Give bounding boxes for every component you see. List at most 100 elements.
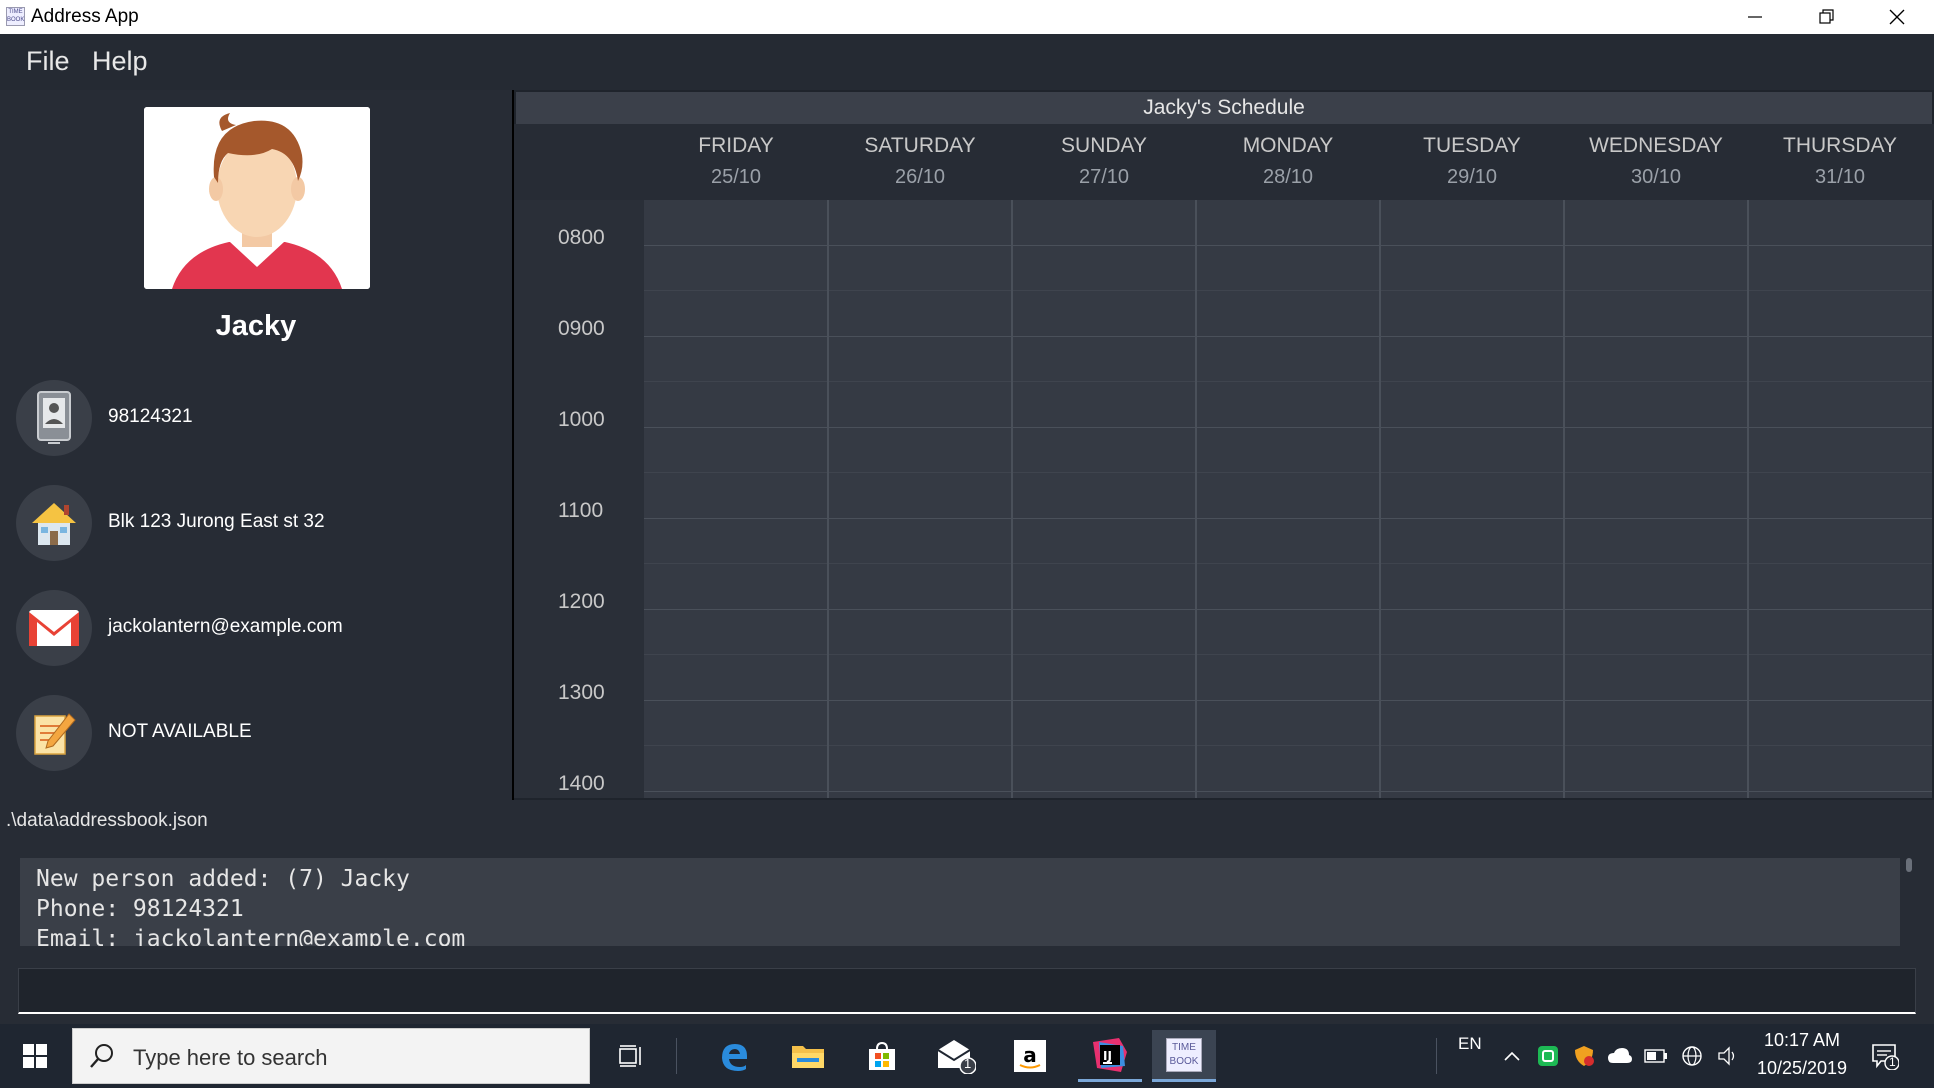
phone-value: 98124321 (108, 406, 193, 427)
close-icon (1889, 9, 1905, 25)
grid-line (644, 745, 1932, 746)
time-label: 1100 (558, 499, 604, 522)
green-app-icon (1538, 1046, 1558, 1066)
app-logo-icon: TIME BOOK (6, 7, 25, 26)
day-date: 30/10 (1630, 166, 1682, 188)
timebook-button[interactable]: TIME BOOK (1152, 1030, 1216, 1082)
grid-line (644, 472, 1932, 473)
minimize-icon (1748, 16, 1762, 18)
mail-badge: 1 (964, 1056, 972, 1071)
clock-date[interactable]: 10/25/2019 (1746, 1058, 1858, 1079)
chevron-up-icon (1504, 1051, 1520, 1061)
result-line: Phone: 98124321 (36, 896, 244, 922)
taskbar-search-box[interactable]: Type here to search (72, 1028, 590, 1084)
grid-line (644, 609, 1932, 610)
timebook-icon: TIME BOOK (1166, 1037, 1202, 1072)
grid-line (644, 245, 1932, 246)
action-center-button[interactable]: 1 (1868, 1040, 1902, 1072)
windows-taskbar: Type here to search 1 a IJ TIME BOOK EN … (0, 1024, 1934, 1088)
menu-help[interactable]: Help (92, 46, 148, 77)
intellij-button[interactable]: IJ (1078, 1030, 1142, 1082)
security-shield-icon (1575, 1046, 1594, 1066)
grid-divider (827, 200, 829, 798)
schedule-cells[interactable] (644, 200, 1932, 798)
file-explorer-button[interactable] (776, 1030, 840, 1082)
grid-divider (1195, 200, 1197, 798)
battery-icon (1644, 1049, 1667, 1063)
notification-badge: 1 (1889, 1055, 1896, 1069)
restore-icon (1819, 9, 1834, 24)
day-name: MONDAY (1242, 134, 1334, 157)
clock-time[interactable]: 10:17 AM (1752, 1030, 1852, 1051)
edge-button[interactable] (702, 1030, 766, 1082)
email-row: jackolantern@example.com (16, 590, 496, 666)
scrollbar-thumb[interactable] (1906, 858, 1912, 872)
start-button[interactable] (0, 1024, 70, 1088)
close-button[interactable] (1862, 0, 1932, 34)
day-date: 29/10 (1446, 166, 1498, 188)
show-hidden-icons-button[interactable] (1498, 1044, 1526, 1068)
tray-battery[interactable] (1642, 1044, 1670, 1068)
schedule-grid[interactable]: 0800 0900 1000 1100 1200 1300 1400 (514, 200, 1934, 798)
person-name: Jacky (215, 310, 297, 342)
grid-line (644, 427, 1932, 428)
restore-button[interactable] (1792, 0, 1862, 34)
result-display[interactable]: New person added: (7) Jacky Phone: 98124… (20, 858, 1900, 946)
day-name: TUESDAY (1423, 134, 1521, 157)
data-file-path: .\data\addressbook.json (6, 810, 208, 831)
amazon-icon: a (1014, 1040, 1046, 1072)
grid-line (644, 518, 1932, 519)
time-label: 1300 (558, 681, 605, 704)
taskbar-divider (1436, 1038, 1437, 1074)
tray-security[interactable] (1570, 1044, 1598, 1068)
time-label: 1000 (558, 408, 605, 431)
day-header-wednesday: WEDNESDAY 30/10 (1564, 124, 1748, 200)
command-box-panel (0, 958, 1934, 1024)
mail-button[interactable]: 1 (924, 1030, 988, 1082)
day-header-tuesday: TUESDAY 29/10 (1380, 124, 1564, 200)
window-title: Address App (31, 6, 139, 27)
search-icon (90, 1044, 113, 1068)
day-date: 27/10 (1078, 166, 1130, 188)
menu-file[interactable]: File (26, 46, 70, 77)
result-line: New person added: (7) Jacky (36, 866, 410, 892)
task-view-button[interactable] (600, 1030, 664, 1082)
day-date: 31/10 (1814, 166, 1866, 188)
day-date: 25/10 (710, 166, 762, 188)
gmail-icon (16, 590, 92, 666)
speaker-icon (1718, 1046, 1735, 1066)
windows-logo-icon (23, 1044, 47, 1068)
amazon-button[interactable]: a (998, 1030, 1062, 1082)
grid-line (644, 336, 1932, 337)
day-header-monday: MONDAY 28/10 (1196, 124, 1380, 200)
intellij-icon: IJ (1093, 1037, 1127, 1072)
phone-row: 98124321 (16, 380, 496, 456)
edge-icon (722, 1044, 747, 1071)
tray-app-green[interactable] (1534, 1044, 1562, 1068)
grid-line (644, 563, 1932, 564)
email-value: jackolantern@example.com (108, 616, 343, 637)
search-placeholder: Type here to search (133, 1045, 328, 1070)
tray-onedrive[interactable] (1606, 1044, 1634, 1068)
command-input[interactable] (18, 968, 1916, 1014)
result-line: Email: jackolantern@example.com (36, 926, 466, 946)
tray-network[interactable] (1678, 1044, 1706, 1068)
cloud-icon (1608, 1048, 1632, 1063)
result-scrollbar[interactable] (1906, 858, 1914, 946)
globe-icon (1682, 1046, 1702, 1066)
store-button[interactable] (850, 1030, 914, 1082)
remark-row: NOT AVAILABLE (16, 695, 496, 771)
day-date: 28/10 (1262, 166, 1314, 188)
minimize-button[interactable] (1720, 0, 1790, 34)
schedule-title: Jacky's Schedule (516, 92, 1932, 124)
house-icon (16, 485, 92, 561)
tray-volume[interactable] (1714, 1044, 1742, 1068)
time-label: 1400 (558, 772, 605, 795)
day-name: SUNDAY (1061, 134, 1147, 157)
result-display-panel: New person added: (7) Jacky Phone: 98124… (0, 846, 1934, 958)
language-indicator[interactable]: EN (1458, 1034, 1482, 1054)
day-header-saturday: SATURDAY 26/10 (828, 124, 1012, 200)
grid-line (644, 791, 1932, 792)
address-row: Blk 123 Jurong East st 32 (16, 485, 496, 561)
grid-divider (1011, 200, 1013, 798)
